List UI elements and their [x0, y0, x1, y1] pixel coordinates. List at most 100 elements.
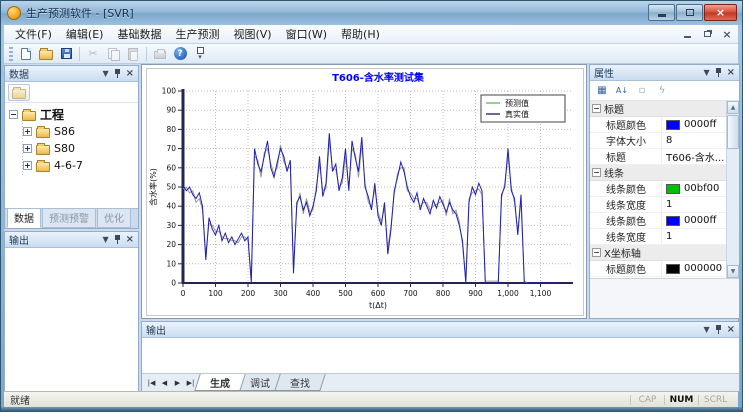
property-value: 00bf00	[684, 183, 719, 194]
close-icon[interactable]: ×	[727, 325, 735, 335]
property-row[interactable]: 标题颜色 0000ff	[590, 117, 726, 133]
close-button[interactable]: ×	[704, 4, 737, 21]
menu-basic-data[interactable]: 基础数据	[110, 24, 168, 44]
scrollbar-thumb[interactable]	[727, 115, 739, 149]
pin-icon[interactable]	[715, 68, 722, 78]
open-button[interactable]	[36, 45, 56, 63]
menu-production-forecast[interactable]: 生产预测	[168, 24, 226, 44]
folder-icon	[36, 145, 50, 155]
data-panel: 数据 ▼ × 工程 S86	[4, 65, 139, 229]
property-row[interactable]: 字体大小 8	[590, 277, 726, 278]
svg-text:20: 20	[166, 240, 176, 249]
svg-text:300: 300	[273, 289, 288, 298]
output-left-header[interactable]: 输出 ▼ ×	[5, 232, 138, 248]
toolbar-options-button[interactable]: ▾	[190, 45, 210, 63]
output-bottom-header[interactable]: 输出 ▼ ×	[142, 322, 739, 338]
collapse-icon[interactable]	[592, 104, 601, 113]
chevron-down-icon[interactable]: ▼	[102, 236, 108, 244]
categorized-view-button[interactable]: ▦	[593, 83, 611, 99]
tree-node-4-6-7[interactable]: 4-6-7	[9, 157, 138, 174]
expand-icon[interactable]	[23, 161, 32, 170]
property-pages-icon: ▫	[639, 85, 646, 96]
menu-view[interactable]: 视图(V)	[226, 24, 278, 44]
property-row[interactable]: 线条颜色 00bf00	[590, 181, 726, 197]
paste-button[interactable]	[123, 45, 143, 63]
tree-folder-button[interactable]	[8, 84, 30, 101]
save-button[interactable]	[56, 45, 76, 63]
project-tree: 工程 S86 S80 4-6-7	[5, 103, 138, 208]
mdi-close-button[interactable]: ×	[720, 28, 734, 40]
help-button[interactable]: ?	[170, 45, 190, 63]
menu-help[interactable]: 帮助(H)	[334, 24, 387, 44]
pin-icon[interactable]	[715, 325, 722, 335]
tab-optimize[interactable]: 优化	[97, 209, 131, 228]
data-panel-header[interactable]: 数据 ▼ ×	[5, 66, 138, 82]
help-icon: ?	[174, 47, 187, 60]
property-group-title[interactable]: 标题	[590, 101, 726, 117]
property-group-lines[interactable]: 线条	[590, 165, 726, 181]
property-group-xaxis[interactable]: X坐标轴	[590, 245, 726, 261]
chevron-down-icon[interactable]: ▼	[703, 326, 709, 334]
chart-canvas: 0102030405060708090100010020030040050060…	[147, 69, 583, 317]
menu-file[interactable]: 文件(F)	[8, 24, 59, 44]
tree-node-s80[interactable]: S80	[9, 140, 138, 157]
tab-generate[interactable]: 生成	[194, 374, 246, 391]
property-grid-scrollbar[interactable]: ▲ ▼	[726, 101, 739, 278]
pin-icon[interactable]	[114, 69, 121, 79]
maximize-button[interactable]	[676, 4, 703, 21]
tab-find[interactable]: 查找	[274, 374, 326, 391]
chevron-down-icon[interactable]: ▼	[703, 69, 709, 77]
first-tab-icon[interactable]: |◀	[145, 379, 158, 387]
copy-button[interactable]	[103, 45, 123, 63]
minimize-button[interactable]	[648, 4, 675, 21]
menu-edit[interactable]: 编辑(E)	[59, 24, 111, 44]
collapse-icon[interactable]	[592, 168, 601, 177]
property-pages-button[interactable]: ▫	[633, 83, 651, 99]
property-row[interactable]: 标题颜色 000000	[590, 261, 726, 277]
close-icon[interactable]: ×	[727, 68, 735, 78]
alphabetical-sort-button[interactable]: A↓	[613, 83, 631, 99]
output-left-panel: 输出 ▼ ×	[4, 231, 139, 392]
tree-node-project[interactable]: 工程	[9, 106, 138, 123]
properties-panel: 属性 ▼ × ▦ A↓ ▫ ϟ 标题	[589, 64, 740, 319]
close-icon[interactable]: ×	[126, 235, 134, 245]
next-tab-icon[interactable]: ▶	[171, 379, 184, 387]
title-bar[interactable]: 生产预测软件 - [SVR] ×	[1, 1, 742, 25]
property-row[interactable]: 字体大小 8	[590, 133, 726, 149]
property-row[interactable]: 标题 T606-含水...	[590, 149, 726, 165]
svg-text:80: 80	[166, 125, 176, 134]
pin-icon[interactable]	[114, 235, 121, 245]
chevron-down-icon[interactable]: ▼	[102, 70, 108, 78]
scroll-down-icon[interactable]: ▼	[727, 265, 739, 278]
tree-node-s86[interactable]: S86	[9, 123, 138, 140]
property-label: 标题颜色	[590, 117, 662, 132]
menu-window[interactable]: 窗口(W)	[279, 24, 334, 44]
print-button[interactable]	[150, 45, 170, 63]
expand-icon[interactable]	[23, 144, 32, 153]
new-file-icon	[21, 48, 31, 60]
properties-header[interactable]: 属性 ▼ ×	[590, 65, 739, 81]
collapse-icon[interactable]	[592, 248, 601, 257]
svg-text:含水率(%): 含水率(%)	[148, 168, 158, 206]
property-row[interactable]: 线条宽度 1	[590, 229, 726, 245]
collapse-icon[interactable]	[9, 110, 18, 119]
copy-icon	[108, 48, 119, 59]
tab-forecast-warning[interactable]: 预测预警	[42, 209, 96, 228]
new-file-button[interactable]	[16, 45, 36, 63]
cut-button[interactable]: ✂	[83, 45, 103, 63]
tab-data[interactable]: 数据	[7, 209, 41, 228]
property-row[interactable]: 线条颜色 0000ff	[590, 213, 726, 229]
scroll-up-icon[interactable]: ▲	[727, 101, 739, 114]
property-value: 000000	[684, 263, 722, 274]
events-button[interactable]: ϟ	[653, 83, 671, 99]
output-bottom-content	[142, 338, 739, 373]
lightning-icon: ϟ	[659, 85, 666, 96]
app-icon	[7, 6, 21, 20]
property-row[interactable]: 线条宽度 1	[590, 197, 726, 213]
close-icon[interactable]: ×	[126, 69, 134, 79]
prev-tab-icon[interactable]: ◀	[158, 379, 171, 387]
svg-text:50: 50	[166, 183, 176, 192]
mdi-restore-button[interactable]	[700, 28, 714, 40]
mdi-minimize-button[interactable]	[680, 28, 694, 40]
expand-icon[interactable]	[23, 127, 32, 136]
